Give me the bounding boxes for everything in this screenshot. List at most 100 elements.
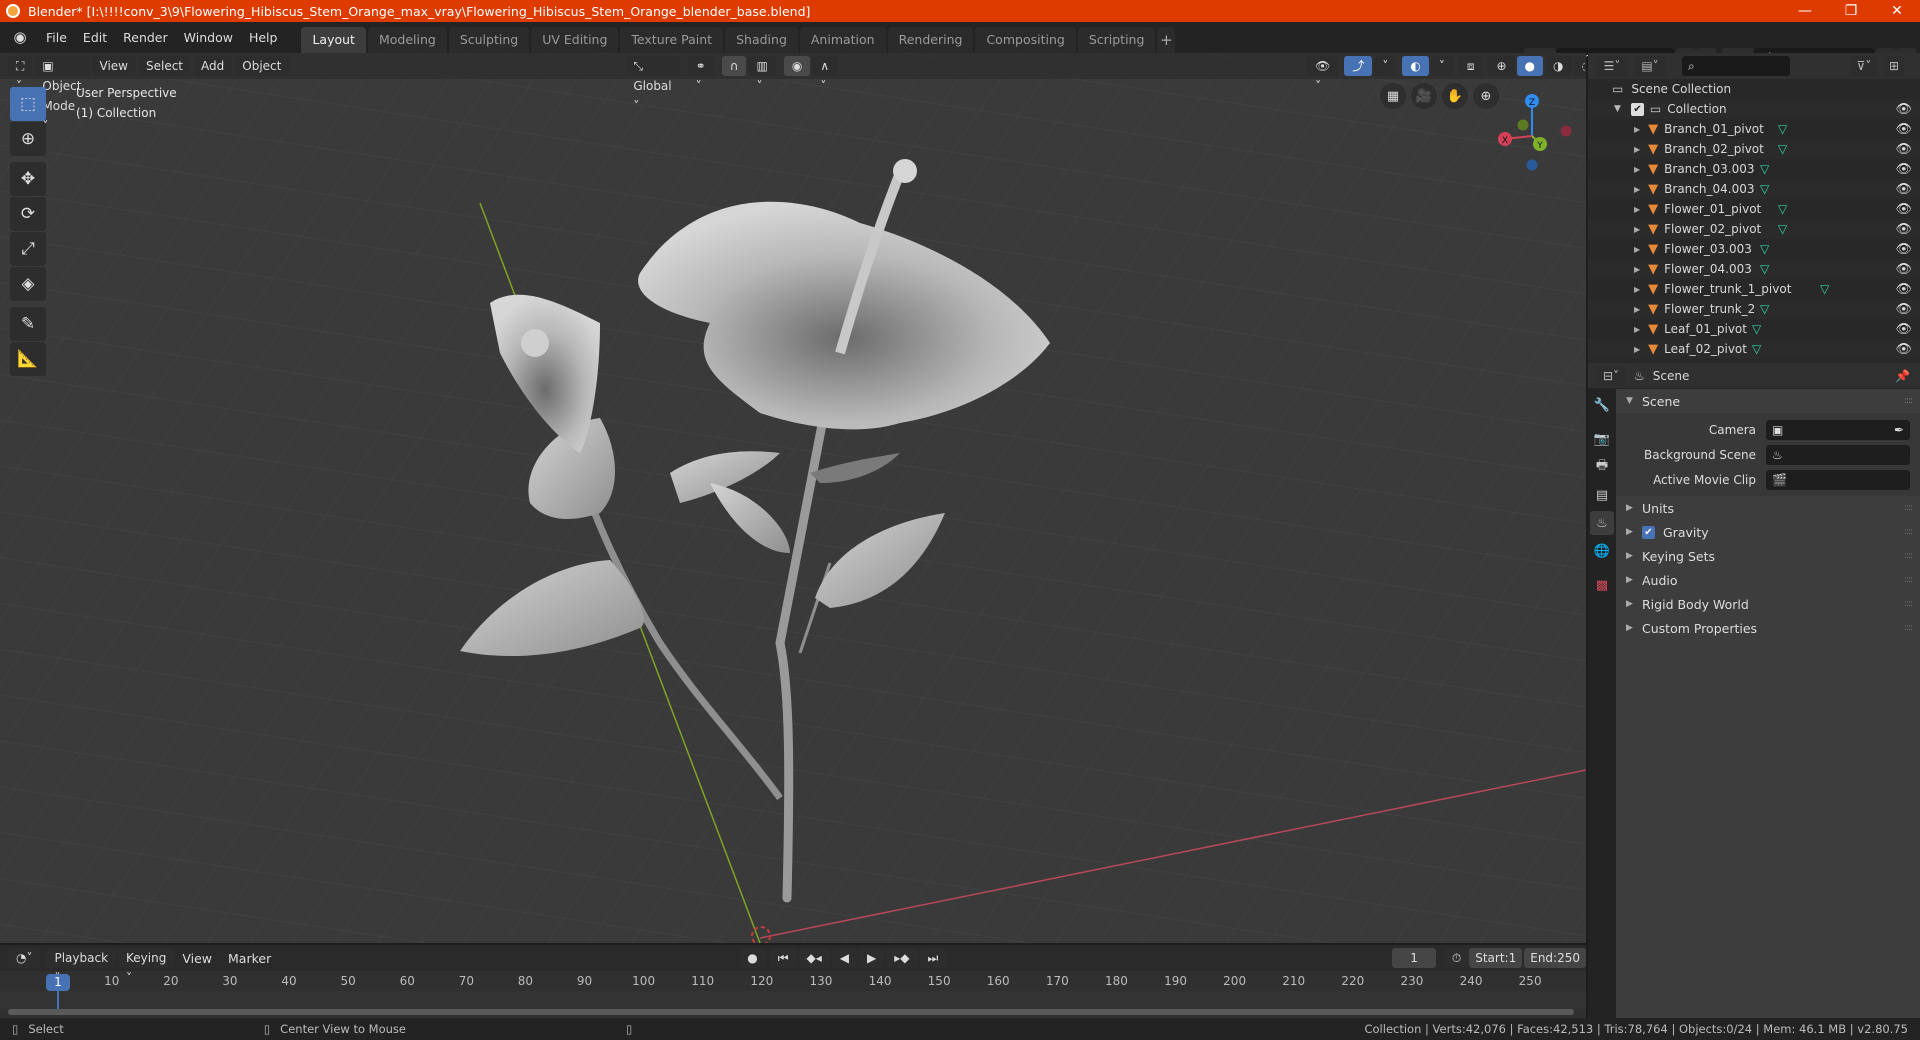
drag-grip-icon[interactable]: :::: (1904, 396, 1913, 406)
eye-icon[interactable]: 👁 (1895, 162, 1912, 177)
timeline-editor-type-icon[interactable]: ◔˅ (8, 948, 41, 968)
pan-hand-icon[interactable]: ✋ (1442, 83, 1468, 109)
outliner-object-row[interactable]: ▶ ▼ Flower_02_pivot ▽ 👁 (1588, 219, 1920, 239)
eye-icon[interactable]: 👁 (1895, 302, 1912, 317)
next-keyframe-button[interactable]: ▸◆ (886, 948, 918, 968)
measure-tool-icon[interactable]: 📐 (10, 342, 46, 376)
current-frame-field[interactable]: 1 (1392, 948, 1436, 968)
blender-menu-icon[interactable]: ◉ (10, 28, 30, 48)
overlay-toggle-icon[interactable]: ◐ (1402, 56, 1429, 76)
menu-edit[interactable]: Edit (75, 22, 115, 53)
drag-grip-icon[interactable]: :::: (1904, 551, 1913, 561)
eye-icon[interactable]: 👁 (1895, 102, 1912, 117)
outliner-object-row[interactable]: ▶ ▼ Flower_trunk_2 ▽ 👁 (1588, 299, 1920, 319)
transform-tool-icon[interactable]: ◈ (10, 267, 46, 301)
expand-arrow-icon[interactable]: ▶ (1634, 245, 1640, 254)
overlay-dropdown[interactable]: ˅ (1430, 56, 1453, 76)
3d-viewport[interactable]: ⛶ ˅ ▣ Object Mode ˅ View Select Add Obje… (0, 53, 1586, 943)
playback-menu[interactable]: Playback ˅ (46, 948, 117, 985)
move-tool-icon[interactable]: ✥ (10, 162, 46, 196)
start-frame-field[interactable]: Start: 1 (1469, 948, 1523, 968)
rotate-tool-icon[interactable]: ⟳ (10, 197, 46, 231)
eye-icon[interactable]: 👁 (1895, 262, 1912, 277)
mesh-data-icon[interactable]: ▽ (1752, 322, 1761, 336)
eye-icon[interactable]: 👁 (1895, 122, 1912, 137)
subpanel-custom-properties[interactable]: ▶ Custom Properties:::: (1616, 616, 1920, 640)
expand-arrow-icon[interactable]: ▶ (1634, 325, 1640, 334)
subpanel-gravity[interactable]: ▶ ✔ Gravity:::: (1616, 520, 1920, 544)
new-collection-icon[interactable]: ⊞ (1884, 56, 1904, 76)
gizmo-neg-z[interactable] (1526, 159, 1538, 171)
outliner-object-row[interactable]: ▶ ▼ Branch_01_pivot ▽ 👁 (1588, 119, 1920, 139)
outliner-object-row[interactable]: ▶ ▼ Branch_04.003 ▽ 👁 (1588, 179, 1920, 199)
output-tab-icon[interactable]: 🖶 (1590, 455, 1614, 479)
menu-window[interactable]: Window (176, 22, 241, 53)
editor-type-icon[interactable]: ⛶ ˅ (8, 56, 33, 93)
outliner-object-row[interactable]: ▶ ▼ Branch_02_pivot ▽ 👁 (1588, 139, 1920, 159)
minimize-button[interactable]: — (1782, 0, 1828, 22)
gravity-checkbox[interactable]: ✔ (1642, 525, 1655, 539)
camera-view-icon[interactable]: 🎥 (1411, 83, 1437, 109)
background-scene-field[interactable]: ♨ (1766, 444, 1910, 465)
properties-editor-type-icon[interactable]: ⊟˅ (1596, 365, 1626, 386)
expand-arrow-icon[interactable]: ▶ (1634, 165, 1640, 174)
menu-help[interactable]: Help (241, 22, 286, 53)
eye-icon[interactable]: 👁 (1895, 242, 1912, 257)
eye-icon[interactable]: 👁 (1895, 342, 1912, 357)
texture-tab-icon[interactable]: ▩ (1590, 573, 1614, 597)
rendered-shading-icon[interactable]: ◌ (1573, 56, 1586, 76)
pin-icon[interactable]: 📌 (1895, 369, 1910, 383)
camera-field[interactable]: ▣ ✒ (1766, 419, 1910, 440)
marker-menu[interactable]: Marker (220, 943, 279, 974)
menu-view[interactable]: View (91, 56, 136, 76)
tab-shading[interactable]: Shading (725, 27, 798, 53)
menu-select[interactable]: Select (137, 56, 192, 76)
tab-compositing[interactable]: Compositing (975, 27, 1076, 53)
world-tab-icon[interactable]: 🌐 (1590, 539, 1614, 563)
mesh-data-icon[interactable]: ▽ (1778, 122, 1787, 136)
snap-target-icon[interactable]: ▥ ˅ (748, 56, 776, 93)
tab-rendering[interactable]: Rendering (887, 27, 974, 53)
tab-modeling[interactable]: Modeling (367, 27, 447, 53)
keying-menu[interactable]: Keying ˅ (118, 948, 175, 985)
close-button[interactable]: ✕ (1874, 0, 1920, 22)
render-tab-icon[interactable]: 📷 (1590, 427, 1614, 451)
eye-icon[interactable]: 👁 (1895, 282, 1912, 297)
keyframe-track[interactable] (0, 987, 1586, 1013)
gizmo-toggle-icon[interactable]: ⤴ (1344, 56, 1373, 76)
mesh-data-icon[interactable]: ▽ (1760, 242, 1769, 256)
snap-icon[interactable]: ∩ (721, 56, 747, 76)
orientation-dropdown[interactable]: ⤡ Global ˅ (625, 56, 680, 113)
frame-ruler[interactable]: 1 10 20 30 40 50 60 70 80 90 100 110 120 130 140 150 16… (0, 971, 1586, 991)
expand-arrow-icon[interactable]: ▶ (1634, 265, 1640, 274)
collection-row[interactable]: ▼ ✔ ▭ Collection 👁 (1588, 99, 1920, 119)
solid-shading-icon[interactable]: ● (1516, 56, 1544, 76)
mode-dropdown[interactable]: ▣ Object Mode ˅ (34, 56, 90, 133)
restore-button[interactable]: ❐ (1828, 0, 1874, 22)
menu-object[interactable]: Object (234, 56, 290, 76)
drag-grip-icon[interactable]: :::: (1904, 623, 1913, 633)
eye-icon[interactable]: 👁 (1895, 142, 1912, 157)
scene-panel-header[interactable]: ▼ Scene :::: (1616, 389, 1920, 413)
timeline-view-menu[interactable]: View (174, 943, 220, 974)
outliner-object-row[interactable]: ▶ ▼ Flower_03.003 ▽ 👁 (1588, 239, 1920, 259)
eye-icon[interactable]: 👁 (1895, 222, 1912, 237)
visibility-icon[interactable]: 👁 ˅ (1307, 56, 1339, 93)
pivot-point-icon[interactable]: ⚭ ˅ (687, 56, 714, 93)
outliner-editor-type-icon[interactable]: ☰˅ (1596, 56, 1628, 76)
scene-collection-row[interactable]: ▭ Scene Collection (1588, 79, 1920, 99)
collection-checkbox[interactable]: ✔ (1630, 102, 1644, 116)
tab-sculpting[interactable]: Sculpting (448, 27, 530, 53)
tab-animation[interactable]: Animation (799, 27, 886, 53)
outliner-object-row[interactable]: ▶ ▼ Flower_01_pivot ▽ 👁 (1588, 199, 1920, 219)
toggle-ortho-icon[interactable]: ▦ (1380, 83, 1406, 109)
subpanel-audio[interactable]: ▶ Audio:::: (1616, 568, 1920, 592)
jump-start-button[interactable]: ⏮ (769, 948, 797, 968)
tab-uv-editing[interactable]: UV Editing (531, 27, 619, 53)
end-frame-field[interactable]: End: 250 (1524, 948, 1586, 968)
outliner-object-row[interactable]: ▶ ▼ Flower_trunk_1_pivot ▽ 👁 (1588, 279, 1920, 299)
stopwatch-icon[interactable]: ⏱ (1443, 948, 1470, 968)
active-movie-clip-field[interactable]: 🎬 (1766, 469, 1910, 490)
filter-icon[interactable]: ⊽˅ (1850, 56, 1878, 76)
expand-arrow-icon[interactable]: ▶ (1634, 345, 1640, 354)
